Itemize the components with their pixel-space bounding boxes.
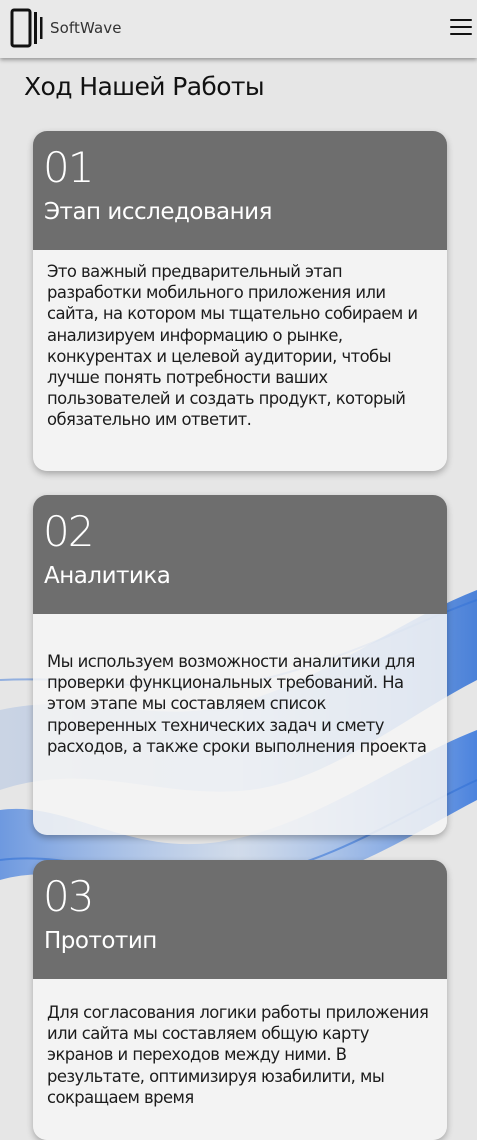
step-number: 01 xyxy=(43,143,94,192)
brand-name: SoftWave xyxy=(50,19,122,37)
step-title: Аналитика xyxy=(44,563,171,589)
step-number: 02 xyxy=(43,507,94,556)
step-number: 03 xyxy=(43,872,94,921)
step-description: Для согласования логики работы приложени… xyxy=(33,979,447,1140)
hamburger-menu-icon[interactable] xyxy=(450,19,472,39)
page-title: Ход Нашей Работы xyxy=(24,72,265,101)
step-title: Прототип xyxy=(44,928,157,954)
phone-logo-icon xyxy=(10,8,43,48)
step-description: Мы используем возможности аналитики для … xyxy=(33,614,447,835)
step-card: 01 Этап исследования Это важный предвари… xyxy=(33,131,447,471)
step-card-header: 01 Этап исследования xyxy=(33,131,447,250)
step-card: 02 Аналитика Мы используем возможности а… xyxy=(33,495,447,835)
brand-logo[interactable]: SoftWave xyxy=(10,8,122,48)
step-card-header: 03 Прототип xyxy=(33,860,447,979)
step-card: 03 Прототип Для согласования логики рабо… xyxy=(33,860,447,1140)
step-description: Это важный предварительный этап разработ… xyxy=(33,250,447,471)
step-card-header: 02 Аналитика xyxy=(33,495,447,614)
top-header: SoftWave xyxy=(0,0,477,58)
step-title: Этап исследования xyxy=(44,199,272,225)
